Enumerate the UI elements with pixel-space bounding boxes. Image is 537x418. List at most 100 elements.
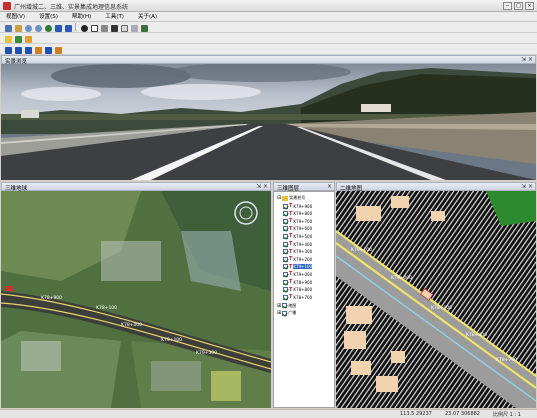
map3d-panel-header: 三维地球 ⇲ × [1,182,271,192]
layer-item[interactable]: T K79+800 [283,211,312,217]
export-icon[interactable] [23,34,32,43]
layer-item-label: K78+900 [293,279,313,285]
window-titlebar: 广州增城二、三维、实景集成地理信息系统 − □ × [0,0,537,12]
layer-icon[interactable] [119,23,128,32]
text-layer-icon: T [289,225,293,232]
layer-group-label: 广播 [288,310,297,316]
menu-view[interactable]: 视图(V) [6,12,25,21]
map3d-satellite-view[interactable]: K78+900 K78+100 K78+000 K79+100 K79+300 [1,191,271,408]
layer-tree: ⊟ 实景桩号 T K79+900 T K79+800 T K79+700 T K79+600 T… [273,191,335,408]
text-layer-icon: T [289,233,293,240]
streetview-image[interactable] [1,64,536,180]
layer-checkbox[interactable] [283,287,288,293]
layer-checkbox[interactable] [283,218,288,224]
zoom-in-icon[interactable] [23,23,32,32]
menu-settings[interactable]: 设置(S) [39,12,58,21]
back-icon[interactable] [53,23,62,32]
pin-icon[interactable]: ⇲ × [521,56,533,63]
layer-item[interactable]: T K79+700 [283,218,312,224]
text-layer-icon: T [289,203,293,209]
layer-item[interactable]: T K79+200 [283,256,312,262]
open-folder-icon[interactable] [3,34,12,43]
layer-item[interactable]: T K79+300 [283,249,312,255]
layer-item-label: K79+400 [293,241,313,247]
text-layer-icon: T [289,256,293,263]
play-icon[interactable] [3,45,12,54]
measure-icon[interactable] [99,23,108,32]
image-icon[interactable] [13,34,22,43]
map2d-panel-header: 二维地图 ⇲ × [336,182,536,192]
layer-checkbox[interactable] [283,226,288,232]
last-icon[interactable] [53,45,62,54]
maximize-button[interactable]: □ [514,2,523,10]
rewind-icon[interactable] [33,45,42,54]
map2d-view[interactable]: K79+100 K79+000 K78+900 K78+800 K78+700 [336,191,536,408]
layer-checkbox[interactable] [282,310,288,316]
layer-group[interactable]: ⊞ 广播 [277,310,296,316]
next-icon[interactable] [43,45,52,54]
layer-item[interactable]: T K78+800 [283,287,312,293]
layer-group[interactable]: ⊞ 地图 [277,303,296,309]
layer-checkbox[interactable] [283,294,288,300]
window-controls: − □ × [503,2,534,10]
tree-root-label: 实景桩号 [289,195,306,200]
close-icon[interactable]: × [327,183,332,190]
text-layer-icon: T [289,271,293,278]
collapse-icon[interactable]: ⊟ [277,195,281,201]
layer-item-label: K79+600 [293,226,313,232]
layer-group-label: 地图 [288,302,297,308]
toolbar-separator [75,23,76,31]
map2d-label-4: K78+800 [466,332,487,338]
map2d-scene: K79+100 K79+000 K78+900 K78+800 K78+700 [336,191,536,408]
status-bar: 113.5 29237 23.07 306882 比例尺 1 : 1 [0,409,537,418]
layer-checkbox[interactable] [283,256,288,262]
streetview-panel-header: 实景浏览 ⇲ × [1,55,536,65]
layer-checkbox[interactable] [283,264,288,270]
layer-checkbox[interactable] [283,233,288,239]
sat-label-5: K79+300 [196,350,217,356]
forward-icon[interactable] [63,23,72,32]
layer-item[interactable]: T K79+400 [283,241,312,247]
menu-tools[interactable]: 工具(T) [105,12,124,21]
layer-checkbox[interactable] [283,241,288,247]
zoom-out-icon[interactable] [33,23,42,32]
layer-item[interactable]: T K79+500 [283,233,312,239]
layer-item[interactable]: T K78+900 [283,279,312,285]
tree-root[interactable]: ⊟ 实景桩号 [277,195,305,201]
pin-icon[interactable]: ⇲ × [521,183,533,190]
area-icon[interactable] [109,23,118,32]
layer-checkbox[interactable] [283,271,288,277]
sat-label-3: K78+000 [121,322,142,328]
folder-icon [282,195,289,201]
layer-item[interactable]: T K79+000 [283,271,312,277]
layer-checkbox[interactable] [282,303,288,309]
menu-about[interactable]: 关于(A) [138,12,157,21]
status-scale: 比例尺 1 : 1 [493,412,521,418]
save-icon[interactable] [139,23,148,32]
layer-item[interactable]: T K78+700 [283,294,312,300]
minimize-button[interactable]: − [503,2,512,10]
layer-item[interactable]: T K79+600 [283,226,312,232]
arrow-icon[interactable] [3,23,12,32]
pan-icon[interactable] [13,23,22,32]
layer-item[interactable]: T K79+100 [283,264,313,270]
menu-help[interactable]: 帮助(H) [72,12,91,21]
streetview-scene [1,64,536,180]
close-button[interactable]: × [525,2,534,10]
text-layer-icon: T [289,286,293,293]
layer-checkbox[interactable] [283,279,288,285]
layer-item[interactable]: T K79+900 [283,203,312,209]
layer-checkbox[interactable] [283,203,288,209]
expand-icon[interactable]: ⊞ [277,310,281,316]
prev-icon[interactable] [23,45,32,54]
pin-icon[interactable]: ⇲ × [256,183,268,190]
app-logo-icon [3,2,11,10]
globe-icon[interactable] [43,23,52,32]
info-icon[interactable] [79,23,88,32]
layer-checkbox[interactable] [283,211,288,217]
print-icon[interactable] [129,23,138,32]
layer-checkbox[interactable] [283,249,288,255]
select-icon[interactable] [89,23,98,32]
first-icon[interactable] [13,45,22,54]
expand-icon[interactable]: ⊞ [277,303,281,309]
